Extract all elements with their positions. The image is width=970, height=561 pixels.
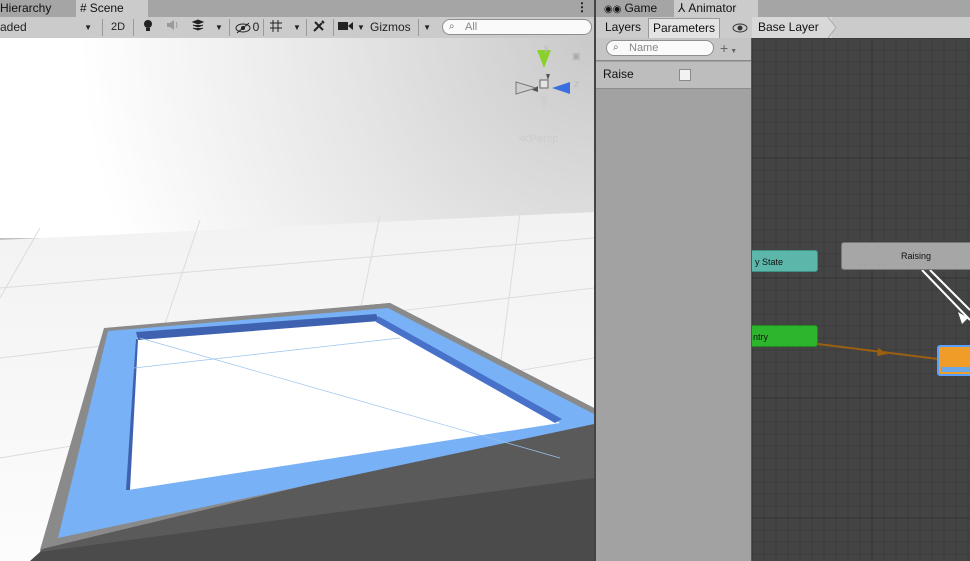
divider: [102, 19, 103, 36]
lighting-toggle-icon[interactable]: [138, 19, 158, 36]
scene-render: [0, 38, 594, 561]
parameter-trigger-checkbox[interactable]: [679, 69, 691, 81]
node-raising-label: Raising: [901, 251, 932, 261]
node-entry-label: ntry: [753, 332, 769, 342]
search-icon: ⌕: [449, 21, 455, 32]
right-tab-bar: ◉◉ Game ⅄ Animator: [596, 0, 970, 17]
gizmos-dropdown[interactable]: Gizmos ▼: [367, 19, 433, 36]
hidden-count: 0: [252, 20, 260, 34]
toggle-2d-button[interactable]: 2D: [106, 19, 130, 36]
grid-toggle-icon[interactable]: [266, 19, 286, 36]
breadcrumb[interactable]: Base Layer: [752, 17, 837, 38]
tab-scene[interactable]: # Scene: [76, 0, 148, 17]
parameters-panel: ⌕ Name + ▼ Raise: [596, 38, 752, 561]
scene-viewport[interactable]: y z ▣ ≪Persp: [0, 38, 594, 561]
tab-animator-label: Animator: [688, 1, 737, 15]
axis-y-label: y: [544, 43, 549, 54]
eye-slash-icon: [235, 22, 251, 34]
parameter-search-placeholder: Name: [629, 42, 659, 54]
lock-icon[interactable]: ▣: [572, 51, 581, 62]
search-icon: ⌕: [613, 42, 619, 53]
shading-mode-label: aded: [0, 20, 27, 34]
add-parameter-button[interactable]: + ▼: [720, 38, 748, 58]
tab-parameters-label: Parameters: [653, 21, 716, 35]
divider: [333, 19, 334, 36]
node-any-state-label: y State: [755, 257, 784, 267]
projection-toggle[interactable]: ≪Persp: [518, 132, 558, 145]
state-progress-bar: [941, 367, 970, 372]
divider: [306, 19, 307, 36]
graph-canvas: [752, 38, 970, 561]
chevron-down-icon: ▼: [84, 23, 92, 32]
more-options-icon[interactable]: ⋮: [576, 0, 588, 17]
chevron-right-icon: [828, 17, 837, 38]
shading-mode-dropdown[interactable]: aded ▼: [0, 19, 96, 36]
tab-hierarchy[interactable]: Hierarchy: [0, 0, 74, 17]
parameter-search-input[interactable]: ⌕ Name: [606, 40, 714, 56]
gamepad-icon: ◉◉: [604, 4, 622, 15]
tab-layers-label: Layers: [605, 20, 642, 34]
audio-toggle-icon[interactable]: [162, 19, 184, 36]
camera-icon[interactable]: [336, 19, 356, 36]
divider: [229, 19, 230, 36]
projection-label: Persp: [529, 133, 559, 145]
tab-hierarchy-label: Hierarchy: [0, 1, 52, 15]
hidden-objects-toggle[interactable]: 0: [232, 19, 262, 36]
divider: [263, 19, 264, 36]
tools-icon[interactable]: [308, 19, 330, 36]
hash-icon: #: [80, 1, 87, 15]
scene-search-placeholder: All: [465, 21, 478, 33]
node-default-state[interactable]: [937, 345, 970, 376]
tab-game-label: Game: [624, 1, 658, 15]
tab-parameters[interactable]: Parameters: [648, 18, 721, 39]
node-raising[interactable]: Raising: [841, 242, 970, 270]
chevron-down-icon: ▼: [730, 48, 738, 55]
breadcrumb-base-layer: Base Layer: [758, 20, 819, 34]
gizmos-label: Gizmos: [370, 20, 411, 34]
chevron-down-icon: ▼: [423, 23, 431, 32]
node-entry[interactable]: ntry: [752, 325, 818, 347]
scene-search-input[interactable]: ⌕ All: [442, 19, 592, 35]
parameter-row[interactable]: Raise: [596, 62, 751, 89]
effects-toggle-icon[interactable]: [188, 19, 208, 36]
tab-animator[interactable]: ⅄ Animator: [674, 0, 758, 17]
camera-chevron-down-icon[interactable]: ▼: [356, 19, 366, 36]
parameter-name: Raise: [603, 67, 634, 81]
orientation-gizmo[interactable]: y z ▣ ≪Persp: [510, 43, 581, 146]
tab-game[interactable]: ◉◉ Game: [600, 0, 670, 17]
animator-graph[interactable]: y State ntry Raising: [752, 38, 970, 561]
animator-icon: ⅄: [678, 1, 686, 15]
effects-chevron-down-icon[interactable]: ▼: [212, 19, 226, 36]
left-tab-bar: Hierarchy # Scene ⋮: [0, 0, 594, 17]
eye-icon[interactable]: [732, 19, 750, 36]
tab-layers[interactable]: Layers: [601, 19, 645, 36]
node-any-state[interactable]: y State: [752, 250, 818, 272]
axis-z-label: z: [574, 79, 579, 90]
divider: [133, 19, 134, 36]
tab-scene-label: Scene: [89, 1, 124, 15]
divider: [418, 19, 419, 36]
grid-chevron-down-icon[interactable]: ▼: [290, 19, 304, 36]
